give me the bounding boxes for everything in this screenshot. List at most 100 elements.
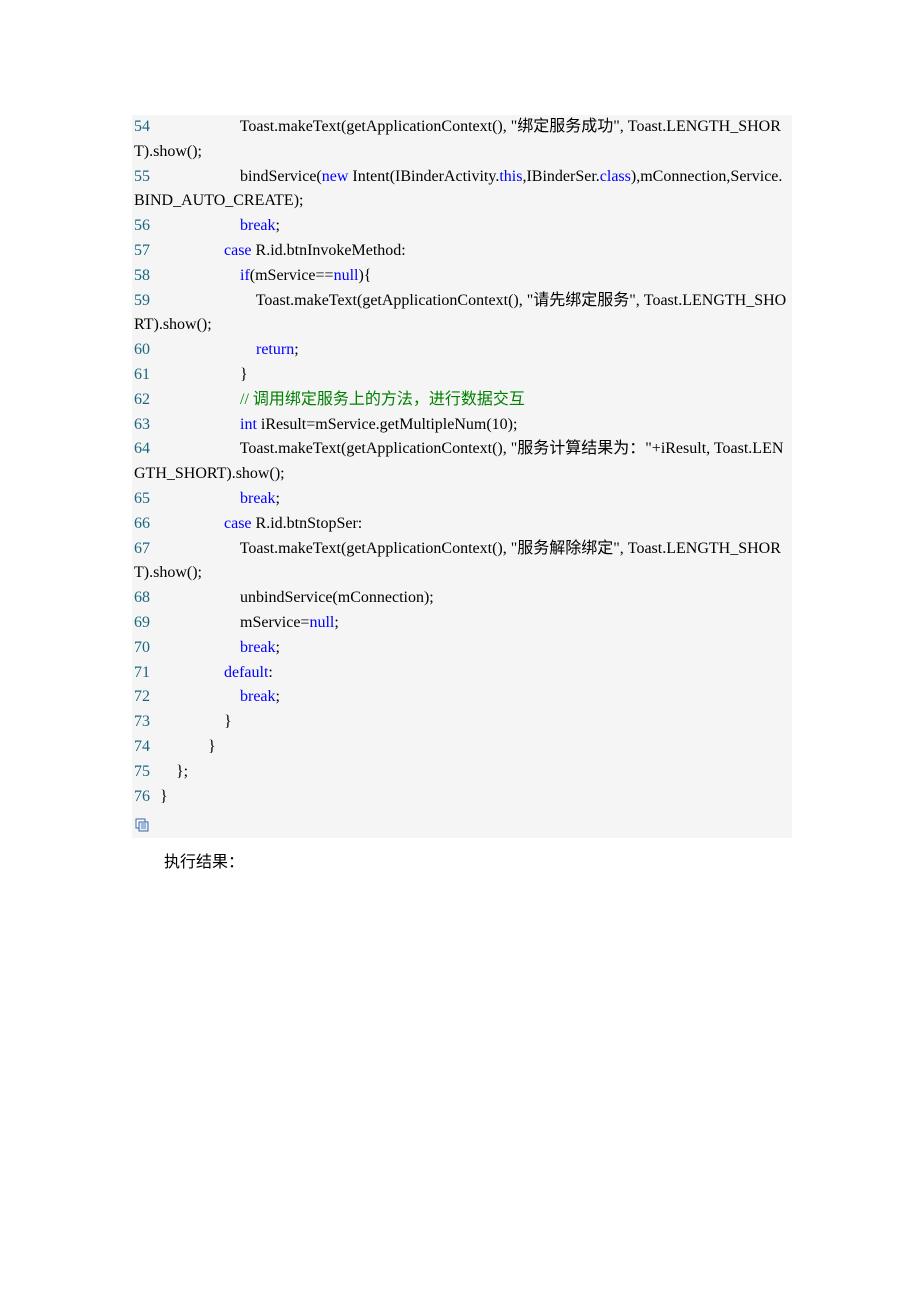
code-text: (mService== bbox=[250, 267, 334, 284]
line-number: 68 bbox=[134, 586, 156, 611]
code-text: ,IBinderSer. bbox=[522, 168, 599, 185]
code-line: 68 unbindService(mConnection); bbox=[134, 586, 790, 611]
code-text: bindService( bbox=[156, 168, 322, 185]
code-text bbox=[156, 416, 240, 433]
keyword: return bbox=[256, 341, 294, 358]
code-text bbox=[156, 341, 256, 358]
code-text: Toast.makeText(getApplicationContext(), … bbox=[134, 292, 786, 334]
code-line: 66 case R.id.btnStopSer: bbox=[134, 512, 790, 537]
code-text: : bbox=[268, 664, 272, 681]
line-number: 59 bbox=[134, 289, 156, 314]
code-line: 57 case R.id.btnInvokeMethod: bbox=[134, 239, 790, 264]
comment: // 调用绑定服务上的方法，进行数据交互 bbox=[240, 391, 525, 408]
code-line: 60 return; bbox=[134, 338, 790, 363]
code-line: 70 break; bbox=[134, 636, 790, 661]
code-line: 75 }; bbox=[134, 760, 790, 785]
line-number: 76 bbox=[134, 785, 156, 810]
code-text bbox=[156, 664, 224, 681]
keyword: case bbox=[224, 242, 252, 259]
keyword: new bbox=[322, 168, 349, 185]
code-text bbox=[156, 242, 224, 259]
code-line: 55 bindService(new Intent(IBinderActivit… bbox=[134, 165, 790, 215]
line-number: 64 bbox=[134, 437, 156, 462]
code-line: 64 Toast.makeText(getApplicationContext(… bbox=[134, 437, 790, 487]
code-text: ; bbox=[334, 614, 338, 631]
code-text: } bbox=[156, 713, 232, 730]
line-number: 66 bbox=[134, 512, 156, 537]
line-number: 58 bbox=[134, 264, 156, 289]
code-text bbox=[156, 217, 240, 234]
code-line: 62 // 调用绑定服务上的方法，进行数据交互 bbox=[134, 388, 790, 413]
keyword: break bbox=[240, 217, 276, 234]
code-text: ; bbox=[276, 490, 280, 507]
line-number: 74 bbox=[134, 735, 156, 760]
code-text: ; bbox=[276, 639, 280, 656]
code-line: 65 break; bbox=[134, 487, 790, 512]
code-text: } bbox=[156, 788, 168, 805]
keyword: default bbox=[224, 664, 268, 681]
code-line: 67 Toast.makeText(getApplicationContext(… bbox=[134, 537, 790, 587]
document-page: 54 Toast.makeText(getApplicationContext(… bbox=[0, 0, 920, 972]
code-text: ; bbox=[276, 688, 280, 705]
code-text bbox=[156, 515, 224, 532]
line-number: 62 bbox=[134, 388, 156, 413]
code-text: mService= bbox=[156, 614, 309, 631]
keyword: int bbox=[240, 416, 257, 433]
code-line: 54 Toast.makeText(getApplicationContext(… bbox=[134, 115, 790, 165]
line-number: 56 bbox=[134, 214, 156, 239]
copy-icon[interactable] bbox=[134, 816, 150, 830]
line-number: 71 bbox=[134, 661, 156, 686]
keyword: break bbox=[240, 688, 276, 705]
code-text: ){ bbox=[358, 267, 371, 284]
line-number: 69 bbox=[134, 611, 156, 636]
copy-icon-row bbox=[134, 809, 790, 834]
code-text bbox=[156, 391, 240, 408]
code-text: unbindService(mConnection); bbox=[156, 589, 434, 606]
line-number: 75 bbox=[134, 760, 156, 785]
code-text: Intent(IBinderActivity. bbox=[348, 168, 499, 185]
keyword: null bbox=[309, 614, 334, 631]
line-number: 54 bbox=[134, 115, 156, 140]
keyword: null bbox=[334, 267, 359, 284]
line-number: 65 bbox=[134, 487, 156, 512]
code-text bbox=[156, 688, 240, 705]
code-line: 73 } bbox=[134, 710, 790, 735]
code-text: } bbox=[156, 366, 248, 383]
code-block: 54 Toast.makeText(getApplicationContext(… bbox=[132, 115, 792, 838]
code-line: 74 } bbox=[134, 735, 790, 760]
line-number: 73 bbox=[134, 710, 156, 735]
line-number: 61 bbox=[134, 363, 156, 388]
code-text: R.id.btnInvokeMethod: bbox=[252, 242, 406, 259]
code-text: ; bbox=[276, 217, 280, 234]
code-text: Toast.makeText(getApplicationContext(), … bbox=[134, 118, 781, 160]
code-line: 71 default: bbox=[134, 661, 790, 686]
code-text bbox=[156, 267, 240, 284]
keyword: break bbox=[240, 490, 276, 507]
code-line: 56 break; bbox=[134, 214, 790, 239]
line-number: 67 bbox=[134, 537, 156, 562]
code-text: ; bbox=[294, 341, 298, 358]
keyword: break bbox=[240, 639, 276, 656]
code-line: 59 Toast.makeText(getApplicationContext(… bbox=[134, 289, 790, 339]
keyword: case bbox=[224, 515, 252, 532]
line-number: 57 bbox=[134, 239, 156, 264]
code-line: 76 } bbox=[134, 785, 790, 810]
code-text: } bbox=[156, 738, 216, 755]
code-text: R.id.btnStopSer: bbox=[252, 515, 363, 532]
code-line: 58 if(mService==null){ bbox=[134, 264, 790, 289]
keyword: class bbox=[600, 168, 631, 185]
code-text: }; bbox=[156, 763, 188, 780]
code-line: 61 } bbox=[134, 363, 790, 388]
line-number: 72 bbox=[134, 685, 156, 710]
line-number: 55 bbox=[134, 165, 156, 190]
line-number: 63 bbox=[134, 413, 156, 438]
code-line: 63 int iResult=mService.getMultipleNum(1… bbox=[134, 413, 790, 438]
code-text: Toast.makeText(getApplicationContext(), … bbox=[134, 440, 783, 482]
keyword: this bbox=[499, 168, 522, 185]
code-text: Toast.makeText(getApplicationContext(), … bbox=[134, 540, 781, 582]
keyword: if bbox=[240, 267, 250, 284]
result-label: 执行结果： bbox=[132, 848, 792, 872]
line-number: 70 bbox=[134, 636, 156, 661]
code-text bbox=[156, 639, 240, 656]
line-number: 60 bbox=[134, 338, 156, 363]
